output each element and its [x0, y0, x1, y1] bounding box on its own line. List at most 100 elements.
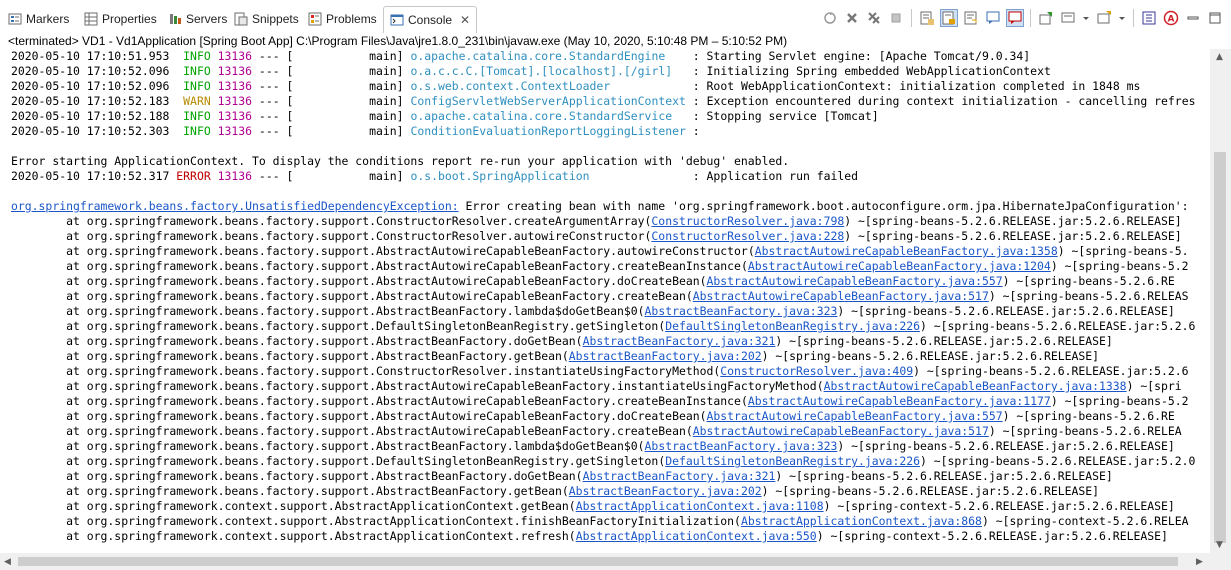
- log-level: INFO: [183, 49, 211, 63]
- spring-boot-icon[interactable]: A: [1163, 10, 1179, 26]
- tab-console[interactable]: Console ✕: [383, 6, 478, 34]
- stack-method: org.springframework.beans.factory.suppor…: [86, 379, 817, 393]
- stack-frame: at org.springframework.beans.factory.sup…: [11, 439, 1175, 453]
- log-timestamp: 2020-05-10 17:10:51.953: [11, 49, 170, 63]
- log-message: Application run failed: [706, 169, 859, 183]
- terminate-icon[interactable]: [888, 10, 904, 26]
- stack-source-link[interactable]: AbstractBeanFactory.java:321: [583, 469, 776, 483]
- vertical-scroll-thumb[interactable]: [1214, 152, 1226, 543]
- stack-jar: ~[spring-beans-5.2: [1057, 259, 1189, 273]
- log-logger[interactable]: o.apache.catalina.core.StandardService: [410, 109, 672, 123]
- remove-launch-icon[interactable]: [844, 10, 860, 26]
- log-logger[interactable]: ConfigServletWebServerApplicationContext: [410, 94, 685, 108]
- log-line: 2020-05-10 17:10:52.303 INFO 13136 --- […: [11, 124, 707, 138]
- log-logger[interactable]: o.s.boot.SpringApplication: [410, 169, 589, 183]
- scroll-right-icon[interactable]: ▶: [1196, 557, 1203, 567]
- tab-label: Servers: [186, 12, 228, 26]
- open-console-icon[interactable]: [1038, 10, 1054, 26]
- tab-snippets[interactable]: Snippets: [234, 7, 299, 31]
- log-line: 2020-05-10 17:10:52.096 INFO 13136 --- […: [11, 64, 1051, 78]
- stack-source-link[interactable]: ConstructorResolver.java:798: [651, 214, 844, 228]
- display-selected-console-icon[interactable]: [1060, 10, 1076, 26]
- stack-source-link[interactable]: AbstractBeanFactory.java:323: [645, 304, 838, 318]
- log-logger[interactable]: o.apache.catalina.core.StandardEngine: [410, 49, 665, 63]
- stack-source-link[interactable]: AbstractAutowireCapableBeanFactory.java:…: [748, 259, 1051, 273]
- tab-problems[interactable]: Problems: [308, 7, 377, 31]
- log-thread: main: [369, 49, 397, 63]
- stack-jar: ~[spring-context-5.2.6.RELEASE.jar:5.2.6…: [830, 499, 1175, 513]
- log-logger[interactable]: o.s.web.context.ContextLoader: [410, 79, 610, 93]
- stack-source-link[interactable]: AbstractBeanFactory.java:323: [645, 439, 838, 453]
- stack-jar: ~[spring-beans-5.2.6.RELEASE.jar:5.2.6.R…: [768, 349, 1100, 363]
- stack-source-link[interactable]: AbstractApplicationContext.java:1108: [576, 499, 824, 513]
- stack-jar: ~[spring-beans-5.2.6.RE: [1009, 409, 1175, 423]
- stack-source-link[interactable]: AbstractApplicationContext.java:550: [576, 529, 817, 543]
- scroll-down-icon[interactable]: ▼: [1216, 540, 1223, 550]
- minimize-icon[interactable]: [1185, 10, 1201, 26]
- clear-console-icon[interactable]: [919, 10, 935, 26]
- stack-source-link[interactable]: AbstractAutowireCapableBeanFactory.java:…: [707, 409, 1003, 423]
- stack-source-link[interactable]: AbstractAutowireCapableBeanFactory.java:…: [693, 424, 989, 438]
- stack-source-link[interactable]: ConstructorResolver.java:409: [720, 364, 913, 378]
- servers-icon: [168, 12, 182, 26]
- tab-properties[interactable]: Properties: [84, 7, 157, 31]
- stack-jar: ~[spring-beans-5.2.6.RELEASE.jar:5.2.6.R…: [782, 334, 1113, 348]
- word-wrap-icon[interactable]: [963, 10, 979, 26]
- show-on-stdout-icon[interactable]: [985, 10, 1001, 26]
- stack-source-link[interactable]: AbstractAutowireCapableBeanFactory.java:…: [824, 379, 1127, 393]
- horizontal-scroll-thumb[interactable]: [18, 557, 1178, 566]
- tab-label: Problems: [326, 12, 377, 26]
- stack-source-link[interactable]: AbstractBeanFactory.java:321: [583, 334, 776, 348]
- stack-source-link[interactable]: AbstractAutowireCapableBeanFactory.java:…: [748, 394, 1051, 408]
- close-icon[interactable]: ✕: [460, 13, 470, 27]
- stack-method: org.springframework.context.support.Abst…: [86, 514, 735, 528]
- chevron-down-icon[interactable]: [1118, 10, 1126, 26]
- scroll-lock-icon[interactable]: [940, 9, 958, 27]
- stack-source-link[interactable]: AbstractApplicationContext.java:868: [741, 514, 982, 528]
- new-console-icon[interactable]: [1096, 10, 1112, 26]
- console-output[interactable]: 2020-05-10 17:10:51.953 INFO 13136 --- […: [0, 49, 1210, 553]
- stack-jar: ~[spring-beans-5.2.6.RELEASE.jar:5.2.6.R…: [851, 214, 1182, 228]
- pin-console-icon[interactable]: [822, 10, 838, 26]
- tab-label: Markers: [26, 12, 70, 26]
- log-pid: 13136: [217, 124, 253, 138]
- tab-markers[interactable]: Markers: [8, 7, 69, 31]
- stack-jar: ~[spring-context-5.2.6.RELEA: [988, 514, 1189, 528]
- log-line: 2020-05-10 17:10:51.953 INFO 13136 --- […: [11, 49, 1031, 63]
- maximize-icon[interactable]: [1207, 10, 1223, 26]
- toolbar-separator: [1133, 9, 1134, 27]
- stack-jar: ~[spring-beans-5.2.6.RELEASE.jar:5.2.6.R…: [844, 439, 1175, 453]
- stack-jar: ~[spring-beans-5.2.6.RELEASE.jar:5.2.0: [926, 454, 1196, 468]
- problems-icon: [308, 12, 322, 26]
- console-toolbar: A: [819, 6, 1231, 30]
- exception-class-link[interactable]: org.springframework.beans.factory.Unsati…: [11, 199, 459, 213]
- view-menu-icon[interactable]: [1141, 10, 1157, 26]
- stack-method: org.springframework.beans.factory.suppor…: [86, 304, 638, 318]
- scroll-up-icon[interactable]: ▲: [1216, 52, 1223, 62]
- stack-source-link[interactable]: DefaultSingletonBeanRegistry.java:226: [665, 454, 920, 468]
- chevron-down-icon[interactable]: [1082, 10, 1090, 26]
- tab-servers[interactable]: Servers: [168, 7, 227, 31]
- stack-source-link[interactable]: AbstractAutowireCapableBeanFactory.java:…: [755, 244, 1058, 258]
- log-logger[interactable]: ConditionEvaluationReportLoggingListener: [410, 124, 685, 138]
- scroll-left-icon[interactable]: ◀: [4, 557, 11, 567]
- remove-all-icon[interactable]: [866, 10, 882, 26]
- stack-source-link[interactable]: DefaultSingletonBeanRegistry.java:226: [665, 319, 920, 333]
- stack-method: org.springframework.beans.factory.suppor…: [86, 424, 686, 438]
- stack-frame: at org.springframework.beans.factory.sup…: [11, 469, 1113, 483]
- stack-frame: at org.springframework.beans.factory.sup…: [11, 454, 1196, 468]
- stack-source-link[interactable]: AbstractAutowireCapableBeanFactory.java:…: [693, 289, 989, 303]
- log-level: INFO: [183, 79, 211, 93]
- stack-method: org.springframework.beans.factory.suppor…: [86, 244, 748, 258]
- markers-icon: [8, 12, 22, 26]
- log-line: 2020-05-10 17:10:52.188 INFO 13136 --- […: [11, 109, 879, 123]
- stack-source-link[interactable]: AbstractBeanFactory.java:202: [569, 349, 762, 363]
- stack-source-link[interactable]: AbstractAutowireCapableBeanFactory.java:…: [707, 274, 1003, 288]
- log-logger[interactable]: o.a.c.c.C.[Tomcat].[localhost].[/girl]: [410, 64, 672, 78]
- stack-source-link[interactable]: AbstractBeanFactory.java:202: [569, 484, 762, 498]
- stack-source-link[interactable]: ConstructorResolver.java:228: [651, 229, 844, 243]
- stack-jar: ~[spring-beans-5.2: [1057, 394, 1189, 408]
- show-on-stderr-icon[interactable]: [1006, 9, 1024, 27]
- log-level: INFO: [183, 64, 211, 78]
